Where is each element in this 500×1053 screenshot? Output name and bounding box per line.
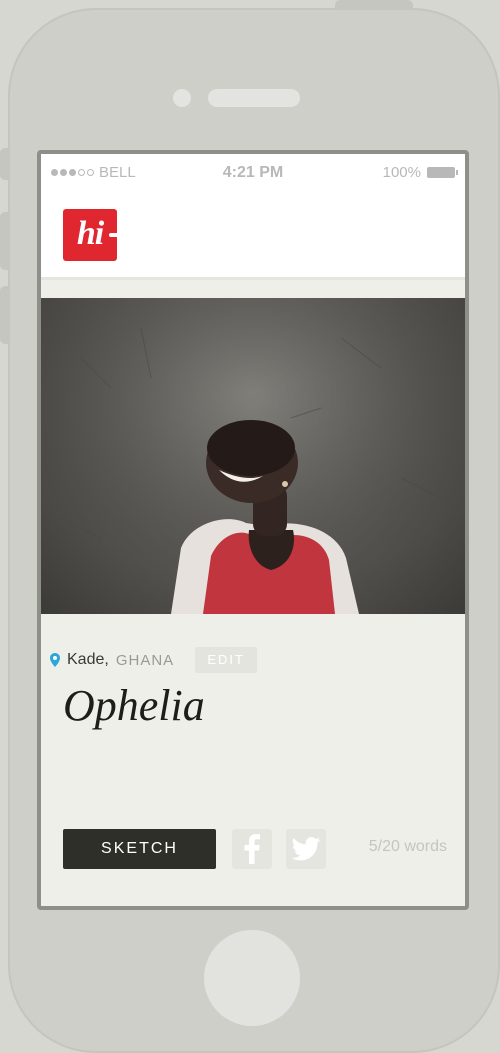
battery-percentage: 100% bbox=[382, 164, 421, 181]
mute-switch bbox=[0, 148, 10, 180]
portrait-photo bbox=[41, 298, 465, 614]
app-header: hi bbox=[41, 192, 465, 280]
app-logo[interactable]: hi bbox=[63, 209, 121, 261]
location-row: Kade, GHANA EDIT bbox=[50, 647, 258, 673]
entry-title: Ophelia bbox=[63, 681, 205, 730]
twitter-share-button[interactable] bbox=[286, 829, 326, 869]
phone-screen: BELL 4:21 PM 100% hi Kade, GHANA EDIT Op… bbox=[37, 150, 469, 910]
volume-down-button bbox=[0, 286, 10, 344]
earpiece-speaker bbox=[208, 89, 300, 107]
twitter-icon bbox=[291, 837, 321, 861]
portrait-image bbox=[41, 298, 465, 614]
battery-icon bbox=[427, 167, 458, 178]
location-city: Kade, bbox=[67, 651, 109, 668]
front-camera bbox=[173, 89, 191, 107]
logo-text: hi bbox=[76, 215, 104, 252]
power-button bbox=[335, 0, 413, 10]
sketch-button[interactable]: SKETCH bbox=[63, 829, 216, 869]
logo-dash bbox=[109, 233, 121, 237]
facebook-share-button[interactable] bbox=[232, 829, 272, 869]
location-pin-icon bbox=[50, 653, 60, 667]
home-button[interactable] bbox=[204, 930, 300, 1026]
status-bar: BELL 4:21 PM 100% bbox=[41, 154, 465, 192]
battery-status: 100% bbox=[382, 164, 458, 181]
volume-up-button bbox=[0, 212, 10, 270]
facebook-icon bbox=[244, 834, 260, 864]
edit-location-button[interactable]: EDIT bbox=[195, 647, 258, 673]
word-count: 5/20 words bbox=[368, 838, 447, 855]
location-country: GHANA bbox=[115, 651, 175, 669]
